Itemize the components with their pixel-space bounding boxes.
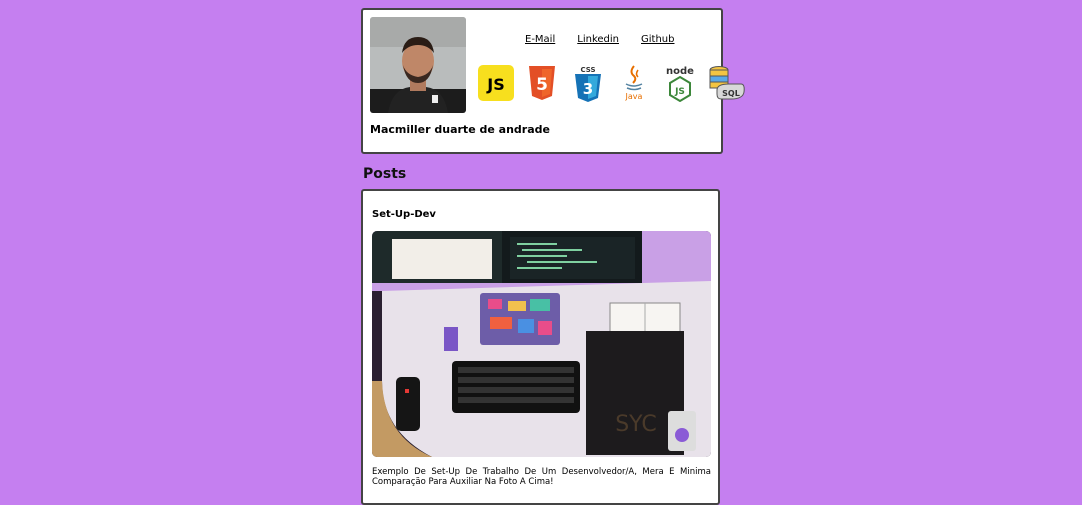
sql-database-icon: SQL: [707, 64, 745, 102]
svg-text:5: 5: [536, 75, 548, 95]
html5-icon: 5: [523, 64, 561, 102]
java-icon: Java: [615, 64, 653, 102]
svg-text:Java: Java: [625, 92, 643, 101]
nodejs-icon: node JS: [661, 64, 699, 102]
css3-icon: CSS 3: [569, 64, 607, 102]
svg-text:3: 3: [583, 80, 593, 98]
posts-heading: Posts: [363, 166, 407, 182]
post-title: Set-Up-Dev: [372, 209, 436, 220]
linkedin-link[interactable]: Linkedin: [577, 34, 619, 45]
avatar-photo: [370, 17, 466, 113]
post-description: Exemplo De Set-Up De Trabalho De Um Dese…: [372, 467, 711, 487]
email-link[interactable]: E-Mail: [525, 34, 555, 45]
js-icon: JS: [477, 64, 515, 102]
svg-text:SYC: SYC: [615, 412, 657, 437]
profile-name: Macmiller duarte de andrade: [370, 123, 550, 136]
post-card: Set-Up-Dev SYC Exemplo De Set-Up De Trab…: [361, 189, 720, 505]
tech-stack-icons: JS 5 CSS 3 Java node JS SQL: [477, 64, 745, 102]
svg-text:JS: JS: [674, 87, 685, 97]
profile-card: E-Mail Linkedin Github JS 5 CSS 3 Java n…: [361, 8, 745, 154]
svg-text:CSS: CSS: [580, 66, 595, 74]
github-link[interactable]: Github: [641, 34, 674, 45]
post-image: SYC: [372, 231, 711, 457]
svg-text:JS: JS: [486, 75, 504, 94]
avatar: [370, 17, 466, 113]
desk-setup-photo: SYC: [372, 231, 711, 457]
social-links: E-Mail Linkedin Github: [525, 34, 674, 45]
svg-text:SQL: SQL: [722, 89, 740, 98]
svg-text:node: node: [666, 66, 694, 77]
page-container: E-Mail Linkedin Github JS 5 CSS 3 Java n…: [361, 8, 745, 505]
